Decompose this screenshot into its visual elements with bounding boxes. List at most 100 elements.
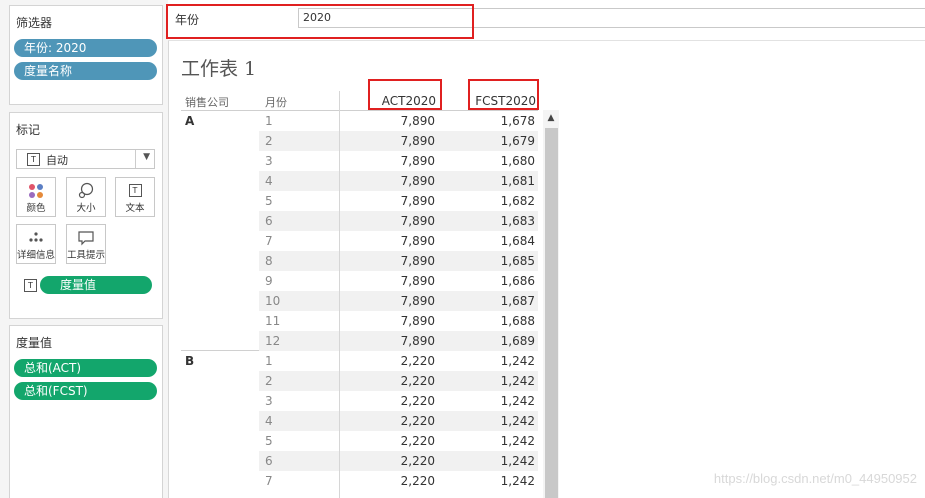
- table-row[interactable]: 4 7,890 1,681: [259, 171, 538, 191]
- company-label: B: [185, 354, 195, 368]
- fcst-cell: 1,242: [500, 394, 535, 408]
- act-cell: 7,890: [400, 314, 435, 328]
- act-cell: 2,220: [400, 394, 435, 408]
- month-cell: 1: [265, 354, 273, 368]
- table-row[interactable]: 12 7,890 1,689: [259, 331, 538, 351]
- fcst-cell: 1,678: [500, 114, 535, 128]
- text-encoding-icon: T: [24, 279, 37, 292]
- act-cell: 2,220: [400, 374, 435, 388]
- fcst-cell: 1,682: [500, 194, 535, 208]
- filters-title: 筛选器: [16, 16, 53, 30]
- filter-pill-year[interactable]: 年份: 2020: [14, 39, 157, 57]
- act-cell: 7,890: [400, 194, 435, 208]
- month-cell: 11: [265, 314, 281, 328]
- month-cell: 9: [265, 274, 273, 288]
- measure-pill-act[interactable]: 总和(ACT): [14, 359, 157, 377]
- fcst-cell: 1,683: [500, 214, 535, 228]
- table-row[interactable]: 6 7,890 1,683: [259, 211, 538, 231]
- fcst-cell: 1,242: [500, 474, 535, 488]
- table-row[interactable]: 9 7,890 1,686: [259, 271, 538, 291]
- table-row[interactable]: 1 7,890 1,678: [259, 111, 538, 131]
- filter-pill-measure-names[interactable]: 度量名称: [14, 62, 157, 80]
- table-row[interactable]: 7 7,890 1,684: [259, 231, 538, 251]
- table-row[interactable]: 5 7,890 1,682: [259, 191, 538, 211]
- table-row[interactable]: 3 2,220 1,242: [259, 391, 538, 411]
- table-row[interactable]: 4 2,220 1,242: [259, 411, 538, 431]
- sheet-title: 工作表 1: [181, 58, 257, 80]
- month-cell: 10: [265, 294, 281, 308]
- act-cell: 7,890: [400, 134, 435, 148]
- chevron-down-icon[interactable]: ▼: [143, 152, 150, 162]
- measure-values-pill[interactable]: 度量值: [40, 276, 152, 294]
- filters-card: 筛选器 年份: 2020 度量名称: [9, 5, 163, 105]
- month-cell: 7: [265, 474, 273, 488]
- fcst-cell: 1,679: [500, 134, 535, 148]
- watermark: https://blog.csdn.net/m0_44950952: [713, 471, 917, 486]
- size-label: 大小: [76, 203, 96, 214]
- fcst-cell: 1,242: [500, 434, 535, 448]
- tooltip-icon: [67, 229, 105, 247]
- table-row[interactable]: 7 2,220 1,242: [259, 471, 538, 491]
- act-cell: 7,890: [400, 334, 435, 348]
- act-cell: 2,220: [400, 354, 435, 368]
- month-cell: 8: [265, 254, 273, 268]
- tooltip-label: 工具提示: [67, 250, 106, 261]
- month-cell: 6: [265, 454, 273, 468]
- month-cell: 2: [265, 374, 273, 388]
- text-icon: T: [116, 182, 154, 200]
- act-cell: 7,890: [400, 114, 435, 128]
- table-row[interactable]: 2 2,220 1,242: [259, 371, 538, 391]
- act-cell: 7,890: [400, 154, 435, 168]
- detail-label: 详细信息: [17, 250, 56, 261]
- mark-type-label: 自动: [46, 154, 68, 167]
- color-button[interactable]: 颜色: [16, 177, 56, 217]
- highlight-box-act: [368, 79, 442, 110]
- table-row[interactable]: 6 2,220 1,242: [259, 451, 538, 471]
- act-cell: 2,220: [400, 454, 435, 468]
- fcst-cell: 1,688: [500, 314, 535, 328]
- month-cell: 6: [265, 214, 273, 228]
- color-icon: [17, 182, 55, 200]
- fcst-cell: 1,689: [500, 334, 535, 348]
- month-cell: 3: [265, 154, 273, 168]
- table-row[interactable]: 3 7,890 1,680: [259, 151, 538, 171]
- month-cell: 4: [265, 414, 273, 428]
- fcst-cell: 1,680: [500, 154, 535, 168]
- month-cell: 12: [265, 334, 281, 348]
- act-cell: 7,890: [400, 234, 435, 248]
- size-button[interactable]: 大小: [66, 177, 106, 217]
- company-label: A: [185, 114, 195, 128]
- measure-pill-fcst[interactable]: 总和(FCST): [14, 382, 157, 400]
- dropdown-divider: [135, 150, 136, 168]
- column-header-month[interactable]: 月份: [265, 94, 287, 110]
- table-row[interactable]: 11 7,890 1,688: [259, 311, 538, 331]
- table-row[interactable]: 2 7,890 1,679: [259, 131, 538, 151]
- month-cell: 5: [265, 434, 273, 448]
- table-row[interactable]: 5 2,220 1,242: [259, 431, 538, 451]
- fcst-cell: 1,242: [500, 354, 535, 368]
- scroll-up-arrow-icon[interactable]: ▲: [543, 110, 559, 126]
- text-label: 文本: [125, 203, 145, 214]
- table-row[interactable]: 1 2,220 1,242: [259, 351, 538, 371]
- month-cell: 4: [265, 174, 273, 188]
- act-cell: 7,890: [400, 294, 435, 308]
- table-row[interactable]: 8 7,890 1,685: [259, 251, 538, 271]
- detail-icon: [17, 229, 55, 247]
- scroll-thumb[interactable]: [545, 128, 558, 498]
- table-row[interactable]: 10 7,890 1,687: [259, 291, 538, 311]
- text-button[interactable]: T 文本: [115, 177, 155, 217]
- color-label: 颜色: [26, 203, 46, 214]
- tooltip-button[interactable]: 工具提示: [66, 224, 106, 264]
- column-header-company[interactable]: 销售公司: [185, 94, 229, 110]
- mark-type-dropdown[interactable]: T 自动 ▼: [16, 149, 155, 169]
- month-cell: 5: [265, 194, 273, 208]
- detail-button[interactable]: 详细信息: [16, 224, 56, 264]
- size-icon: [67, 182, 105, 200]
- vertical-scrollbar[interactable]: ▲: [543, 110, 559, 498]
- act-cell: 7,890: [400, 174, 435, 188]
- act-cell: 2,220: [400, 434, 435, 448]
- month-cell: 3: [265, 394, 273, 408]
- act-cell: 7,890: [400, 254, 435, 268]
- act-cell: 7,890: [400, 214, 435, 228]
- measure-values-card: 度量值 总和(ACT) 总和(FCST): [9, 325, 163, 498]
